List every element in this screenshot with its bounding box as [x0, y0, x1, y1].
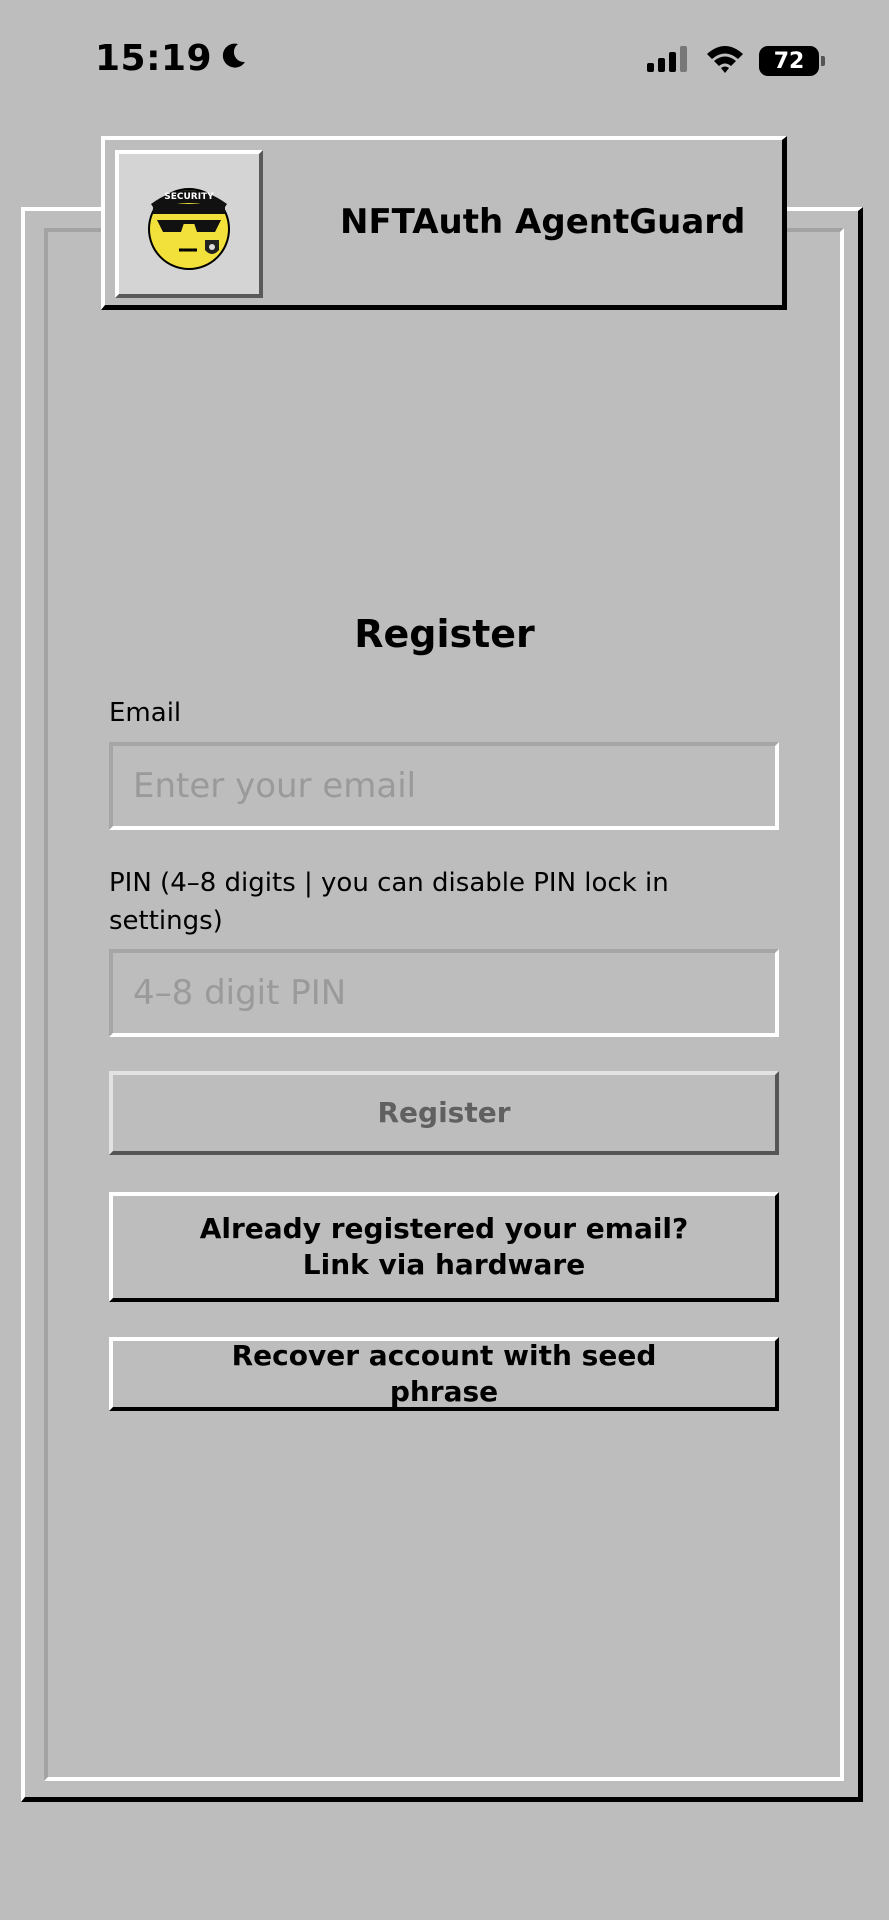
recover-seed-phrase-button[interactable]: Recover account with seed phrase	[109, 1337, 779, 1411]
register-heading: Register	[354, 612, 535, 656]
app-header: SECURITY NFTAuth AgentGuard	[101, 136, 787, 310]
pin-label: PIN (4–8 digits | you can disable PIN lo…	[109, 868, 669, 936]
status-bar-time: 15:19	[95, 38, 248, 79]
status-bar-indicators: 72	[647, 44, 825, 78]
email-label: Email	[109, 698, 182, 728]
register-button[interactable]: Register	[109, 1071, 779, 1155]
cellular-signal-icon	[647, 46, 691, 76]
wifi-icon	[705, 44, 745, 78]
pin-field[interactable]	[109, 949, 779, 1037]
app-logo: SECURITY	[115, 150, 263, 298]
security-guard-icon: SECURITY	[148, 188, 230, 270]
battery-indicator: 72	[759, 46, 825, 76]
app-screen: 15:19 72 SECURITY NFTAuth AgentGuard Reg…	[0, 0, 889, 1920]
battery-level-text: 72	[773, 48, 805, 74]
logo-text: SECURITY	[164, 192, 214, 202]
email-field[interactable]	[109, 742, 779, 830]
app-title: NFTAuth AgentGuard	[340, 202, 746, 242]
link-hardware-button[interactable]: Already registered your email? Link via …	[109, 1192, 779, 1302]
moon-icon	[218, 38, 248, 79]
clock-text: 15:19	[95, 38, 213, 79]
